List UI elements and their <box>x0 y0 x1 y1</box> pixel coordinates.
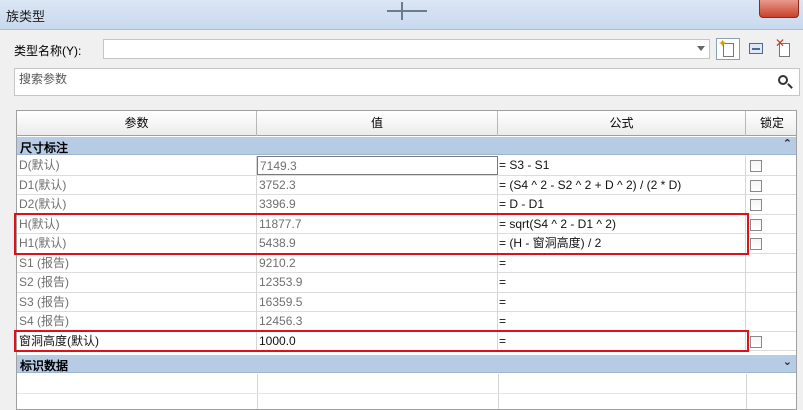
formula-field[interactable]: = <box>498 273 746 292</box>
search-placeholder: 搜索参数 <box>19 72 68 86</box>
lock-cell <box>746 273 796 292</box>
delete-type-button[interactable]: ✕ <box>772 36 796 60</box>
table-row[interactable]: 窗洞高度(默认) 1000.0 = <box>17 331 796 351</box>
column-header-value[interactable]: 值 <box>257 111 498 136</box>
delete-x-icon: ✕ <box>775 36 786 50</box>
lock-checkbox[interactable] <box>750 179 762 192</box>
collapse-icon[interactable]: ⌃ <box>783 137 792 150</box>
lock-checkbox[interactable] <box>750 238 762 250</box>
value-field[interactable]: 7149.3 <box>257 156 498 175</box>
parameter-table: 参数 值 公式 锁定 尺寸标注 ⌃ D(默认) 7149.3 = S3 - S1 D1… <box>16 110 797 410</box>
lock-cell <box>746 156 796 175</box>
lock-cell <box>746 234 796 253</box>
lock-checkbox[interactable] <box>750 218 762 231</box>
formula-field[interactable]: = D - D1 <box>498 195 746 214</box>
column-header-formula[interactable]: 公式 <box>498 111 746 136</box>
table-header: 参数 值 公式 锁定 <box>17 111 796 136</box>
search-input[interactable]: 搜索参数 <box>14 68 800 96</box>
lock-cell <box>746 254 796 273</box>
param-name: 窗洞高度(默认) <box>17 331 257 351</box>
table-row[interactable]: D2(默认) 3396.9 = D - D1 <box>17 195 796 215</box>
new-type-button[interactable]: ✦ <box>716 38 740 60</box>
close-button[interactable] <box>759 0 799 18</box>
type-name-dropdown[interactable] <box>103 39 710 59</box>
formula-field[interactable]: = sqrt(S4 ^ 2 - D1 ^ 2) <box>498 214 746 234</box>
formula-field[interactable]: = <box>498 253 746 273</box>
lock-cell <box>746 293 796 312</box>
lock-checkbox[interactable] <box>750 199 762 211</box>
expand-icon[interactable]: ⌄ <box>783 355 792 368</box>
chevron-down-icon <box>697 46 705 51</box>
value-field[interactable]: 1000.0 <box>257 331 498 351</box>
formula-field[interactable]: = (H - 窗洞高度) / 2 <box>498 234 746 253</box>
search-icon[interactable] <box>777 74 793 90</box>
table-row[interactable]: D(默认) 7149.3 = S3 - S1 <box>17 156 796 176</box>
param-name: D1(默认) <box>17 175 257 195</box>
value-field[interactable]: 12456.3 <box>257 312 498 331</box>
lock-checkbox[interactable] <box>750 335 762 348</box>
title-bar: 族类型 <box>0 0 803 30</box>
param-name: S1 (报告) <box>17 253 257 273</box>
star-icon: ✦ <box>718 38 728 50</box>
value-field[interactable]: 16359.5 <box>257 292 498 312</box>
rename-type-button[interactable] <box>744 38 768 60</box>
lock-cell <box>746 176 796 195</box>
lock-cell <box>746 312 796 331</box>
param-name: S3 (报告) <box>17 292 257 312</box>
value-field[interactable]: 5438.9 <box>257 234 498 253</box>
lock-cell <box>746 215 796 234</box>
window-title: 族类型 <box>6 9 46 24</box>
table-row[interactable]: S2 (报告) 12353.9 = <box>17 273 796 293</box>
background-decoration <box>385 0 445 22</box>
type-name-label: 类型名称(Y): <box>14 44 82 58</box>
formula-field[interactable]: = (S4 ^ 2 - S2 ^ 2 + D ^ 2) / (2 * D) <box>498 175 746 195</box>
lock-cell <box>746 195 796 214</box>
table-row[interactable]: S1 (报告) 9210.2 = <box>17 253 796 273</box>
param-name: D(默认) <box>17 156 257 175</box>
lock-checkbox[interactable] <box>750 160 762 172</box>
lock-cell <box>746 332 796 351</box>
group-title: 尺寸标注 <box>20 141 69 155</box>
table-row[interactable]: H1(默认) 5438.9 = (H - 窗洞高度) / 2 <box>17 234 796 254</box>
formula-field[interactable]: = <box>498 292 746 312</box>
empty-rows <box>17 374 796 409</box>
group-identity-data[interactable]: 标识数据 ⌄ <box>17 355 796 373</box>
column-header-lock[interactable]: 锁定 <box>746 111 796 136</box>
formula-field[interactable]: = <box>498 312 746 331</box>
rename-icon <box>749 43 763 54</box>
param-name: S4 (报告) <box>17 312 257 331</box>
value-field[interactable]: 11877.7 <box>257 214 498 234</box>
group-dimensions[interactable]: 尺寸标注 ⌃ <box>17 137 796 155</box>
group-title: 标识数据 <box>20 359 69 373</box>
value-field[interactable]: 3396.9 <box>257 195 498 214</box>
table-row[interactable]: H(默认) 11877.7 = sqrt(S4 ^ 2 - D1 ^ 2) <box>17 214 796 234</box>
param-name: H(默认) <box>17 214 257 234</box>
formula-field[interactable]: = <box>498 331 746 351</box>
param-name: H1(默认) <box>17 234 257 253</box>
param-name: S2 (报告) <box>17 273 257 292</box>
value-field[interactable]: 3752.3 <box>257 175 498 195</box>
table-row[interactable]: S4 (报告) 12456.3 = <box>17 312 796 332</box>
table-row[interactable]: S3 (报告) 16359.5 = <box>17 292 796 312</box>
table-row[interactable]: D1(默认) 3752.3 = (S4 ^ 2 - S2 ^ 2 + D ^ 2) … <box>17 175 796 195</box>
value-field[interactable]: 12353.9 <box>257 273 498 292</box>
column-header-param[interactable]: 参数 <box>17 111 257 136</box>
value-field[interactable]: 9210.2 <box>257 253 498 273</box>
param-name: D2(默认) <box>17 195 257 214</box>
formula-field[interactable]: = S3 - S1 <box>498 156 746 175</box>
